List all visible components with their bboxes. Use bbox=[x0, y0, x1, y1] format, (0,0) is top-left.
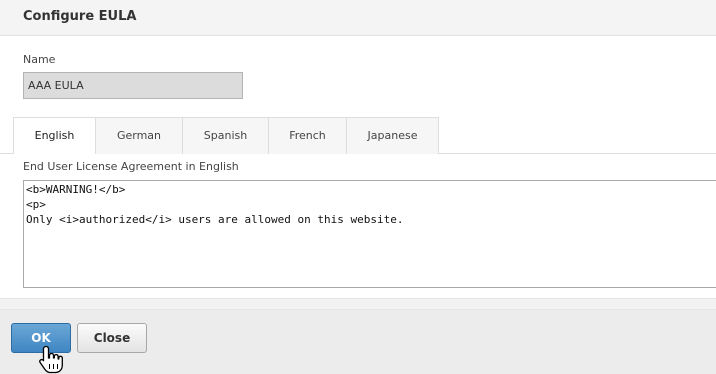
tab-german[interactable]: German bbox=[95, 117, 183, 154]
configure-eula-dialog: Configure EULA Name AAA EULA English Ger… bbox=[0, 0, 716, 374]
tab-english[interactable]: English bbox=[13, 117, 96, 155]
language-tabs: English German Spanish French Japanese bbox=[0, 117, 716, 155]
name-field[interactable]: AAA EULA bbox=[23, 72, 243, 99]
tab-spanish[interactable]: Spanish bbox=[182, 117, 269, 154]
dialog-header: Configure EULA bbox=[0, 0, 716, 36]
footer-separator bbox=[0, 298, 716, 310]
name-label: Name bbox=[23, 53, 56, 66]
dialog-title: Configure EULA bbox=[23, 9, 137, 24]
tab-japanese[interactable]: Japanese bbox=[346, 117, 439, 154]
hand-pointer-icon bbox=[39, 345, 63, 374]
close-button[interactable]: Close bbox=[77, 323, 147, 353]
eula-textarea[interactable]: <b>WARNING!</b> <p> Only <i>authorized</… bbox=[23, 180, 716, 288]
tab-content-english: End User License Agreement in English <b… bbox=[0, 154, 716, 298]
eula-label: End User License Agreement in English bbox=[23, 160, 239, 173]
dialog-footer: OK Close bbox=[0, 310, 716, 374]
tab-french[interactable]: French bbox=[268, 117, 347, 154]
